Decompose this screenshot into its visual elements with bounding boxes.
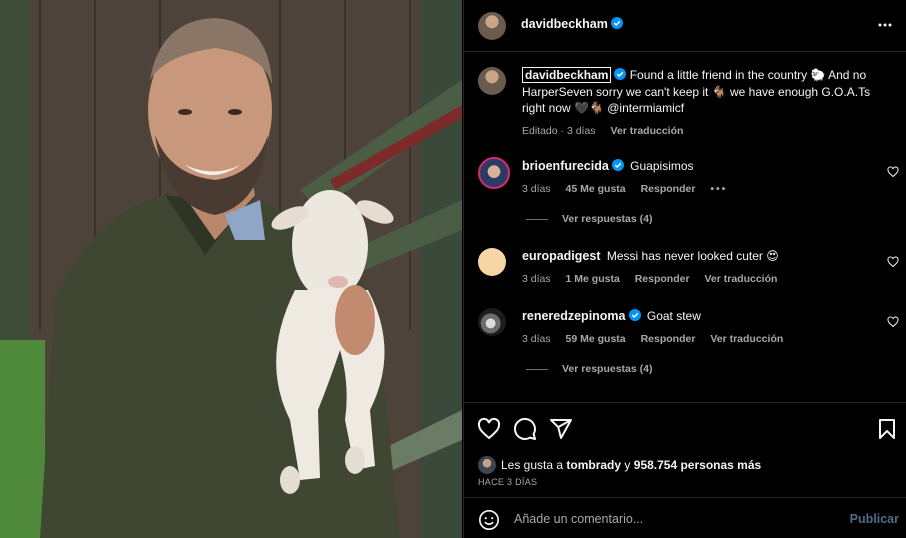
publish-button[interactable]: Publicar — [850, 512, 899, 526]
heart-icon[interactable] — [477, 417, 501, 441]
view-replies-link[interactable]: Ver respuestas (4) — [526, 213, 652, 225]
post-age: HACE 3 DÍAS — [478, 477, 538, 487]
comment-item: reneredzepinoma Goat stew 3 días 59 Me g… — [522, 308, 882, 347]
author-username[interactable]: davidbeckham — [521, 17, 608, 31]
view-replies-link[interactable]: Ver respuestas (4) — [526, 363, 652, 375]
view-replies-label[interactable]: Ver respuestas (4) — [562, 363, 652, 375]
comment-text: Messi has never looked cuter 😍 — [606, 249, 779, 263]
likes-conjunction: y — [624, 458, 631, 472]
author-avatar[interactable] — [478, 12, 506, 40]
comment-input[interactable]: Añade un comentario... — [514, 512, 643, 526]
replies-line — [526, 218, 548, 220]
comment-likes[interactable]: 59 Me gusta — [566, 333, 626, 345]
comment-reply-button[interactable]: Responder — [635, 273, 690, 285]
caption-translate-link[interactable]: Ver traducción — [610, 125, 683, 137]
verified-badge-icon — [628, 309, 641, 321]
comment-username[interactable]: europadigest — [522, 249, 601, 263]
view-replies-label[interactable]: Ver respuestas (4) — [562, 213, 652, 225]
comment-reply-button[interactable]: Responder — [641, 333, 696, 345]
caption-time[interactable]: Editado · 3 días — [522, 125, 596, 137]
post-panel: davidbeckham davidbeckham Found a little… — [463, 0, 906, 538]
comment-time[interactable]: 3 días — [522, 273, 551, 285]
liker-avatar[interactable] — [478, 456, 496, 474]
bookmark-icon[interactable] — [875, 417, 899, 441]
replies-line — [526, 368, 548, 370]
comment-translate-link[interactable]: Ver traducción — [704, 273, 777, 285]
comment-item: brioenfurecida Guapisimos 3 días 45 Me g… — [522, 158, 882, 197]
emoji-icon[interactable] — [478, 509, 500, 531]
caption-meta: Editado · 3 días Ver traducción — [522, 123, 892, 140]
verified-badge-icon — [611, 159, 624, 171]
likes-count[interactable]: 958.754 personas más — [634, 458, 761, 472]
post-header: davidbeckham — [464, 0, 906, 52]
comment-options-icon[interactable]: ••• — [710, 183, 727, 195]
post-photo[interactable] — [0, 0, 462, 538]
post-photo-illustration — [0, 0, 462, 538]
comment-text: Goat stew — [646, 309, 701, 323]
comment-like-heart-icon[interactable] — [887, 166, 899, 178]
post-caption: davidbeckham Found a little friend in th… — [522, 67, 892, 139]
likes-prefix: Les gusta a — [501, 458, 564, 472]
verified-badge-icon — [614, 68, 627, 80]
comment-like-heart-icon[interactable] — [887, 316, 899, 328]
caption-username[interactable]: davidbeckham — [522, 67, 612, 83]
comment-meta: 3 días 1 Me gusta Responder Ver traducci… — [522, 271, 882, 287]
comment-username[interactable]: reneredzepinoma — [522, 309, 626, 323]
verified-badge-icon — [610, 17, 623, 29]
comment-translate-link[interactable]: Ver traducción — [710, 333, 783, 345]
comment-item: europadigest Messi has never looked cute… — [522, 248, 882, 287]
comment-avatar[interactable] — [478, 248, 506, 276]
share-icon[interactable] — [549, 417, 573, 441]
comment-reply-button[interactable]: Responder — [641, 183, 696, 195]
comment-avatar[interactable] — [478, 308, 506, 336]
add-comment-bar: Añade un comentario... Publicar — [464, 497, 906, 538]
comment-icon[interactable] — [513, 417, 537, 441]
comment-meta: 3 días 45 Me gusta Responder ••• — [522, 181, 882, 197]
post-actions: Les gusta a tombrady y 958.754 personas … — [464, 402, 906, 497]
comment-avatar[interactable] — [478, 157, 510, 189]
caption-avatar[interactable] — [478, 67, 506, 95]
comment-time[interactable]: 3 días — [522, 183, 551, 195]
comment-time[interactable]: 3 días — [522, 333, 551, 345]
comment-text: Guapisimos — [630, 159, 694, 173]
more-horizontal-icon[interactable] — [877, 17, 893, 33]
comment-like-heart-icon[interactable] — [887, 256, 899, 268]
likes-summary: Les gusta a tombrady y 958.754 personas … — [478, 456, 761, 474]
comment-likes[interactable]: 1 Me gusta — [566, 273, 620, 285]
comment-meta: 3 días 59 Me gusta Responder Ver traducc… — [522, 331, 882, 347]
likes-user[interactable]: tombrady — [566, 458, 621, 472]
comment-likes[interactable]: 45 Me gusta — [566, 183, 626, 195]
comment-username[interactable]: brioenfurecida — [522, 159, 609, 173]
